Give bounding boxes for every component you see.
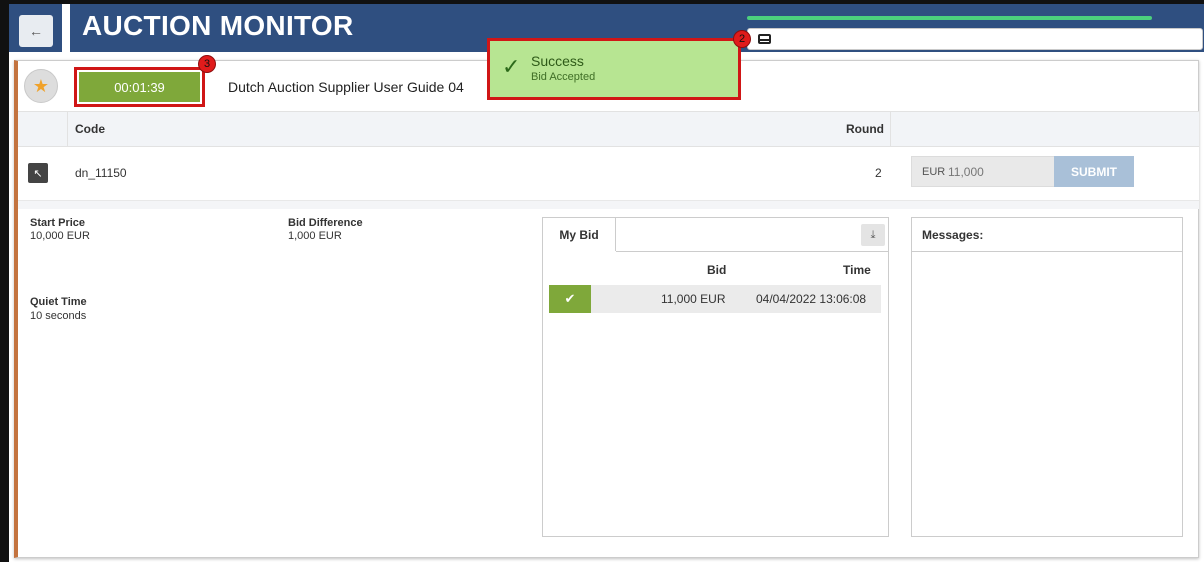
auction-panel: ★ 00:01:39 3 Dutch Auction Supplier User… [14, 55, 1199, 558]
progress-line [747, 16, 1152, 20]
start-price-label: Start Price [30, 217, 86, 229]
timer-highlight: 00:01:39 [74, 67, 205, 107]
bid-amount: 11,000 EUR [661, 292, 726, 306]
annotation-badge-3: 3 [198, 55, 216, 73]
toast-title: Success [531, 53, 584, 69]
column-time: Time [843, 263, 871, 277]
check-icon: ✔ [549, 285, 591, 313]
bid-time: 04/04/2022 13:06:08 [756, 292, 867, 306]
bid-difference-label: Bid Difference [288, 217, 363, 229]
star-icon: ★ [32, 75, 50, 96]
favorite-star-button[interactable]: ★ [24, 69, 58, 103]
messages-title: Messages: [912, 218, 1182, 252]
countdown-timer: 00:01:39 [79, 72, 200, 102]
arrow-left-icon: ← [29, 23, 43, 39]
success-toast[interactable]: ✓ Success Bid Accepted [487, 38, 741, 100]
bid-input[interactable]: EUR 11,000 [911, 156, 1055, 187]
check-icon: ✓ [502, 54, 521, 79]
bid-currency: EUR [922, 165, 946, 178]
tab-underline [616, 251, 889, 252]
notification-bar[interactable] [747, 28, 1203, 50]
annotation-badge-2: 2 [733, 30, 751, 48]
tab-my-bid[interactable]: My Bid [542, 217, 616, 251]
column-bid: Bid [707, 263, 727, 277]
section-gap [18, 201, 1199, 209]
inbox-icon[interactable] [758, 34, 771, 44]
bid-difference-value: 1,000 EUR [288, 230, 342, 242]
column-round: Round [846, 122, 884, 136]
auction-title: Dutch Auction Supplier User Guide 04 [228, 79, 464, 95]
column-code: Code [75, 122, 105, 136]
app-title: AUCTION MONITOR [82, 10, 354, 41]
messages-panel: Messages: [911, 217, 1183, 537]
expand-arrow-icon[interactable]: ↖ [28, 163, 48, 183]
download-button[interactable]: ⤓ [861, 224, 885, 246]
submit-button[interactable]: SUBMIT [1054, 156, 1134, 187]
bid-history-row: ✔ 11,000 EUR 04/04/2022 13:06:08 [549, 285, 881, 313]
toast-subtitle: Bid Accepted [531, 71, 596, 83]
header-divider [62, 4, 70, 52]
row-code: dn_11150 [75, 166, 127, 180]
back-button[interactable]: ← [19, 15, 53, 47]
quiet-time-value: 10 seconds [30, 310, 87, 322]
my-bid-panel: My Bid ⤓ Bid Time ✔ 11,000 EUR 04/04/202… [542, 217, 889, 537]
table-row: ↖ dn_11150 2 EUR 11,000 SUBMIT [18, 147, 1199, 201]
quiet-time-label: Quiet Time [30, 296, 87, 308]
bid-value[interactable]: 11,000 [948, 165, 984, 179]
row-round: 2 [875, 166, 882, 180]
download-icon: ⤓ [870, 228, 876, 241]
start-price-value: 10,000 EUR [30, 230, 90, 242]
table-header: Code Round [18, 111, 1199, 147]
